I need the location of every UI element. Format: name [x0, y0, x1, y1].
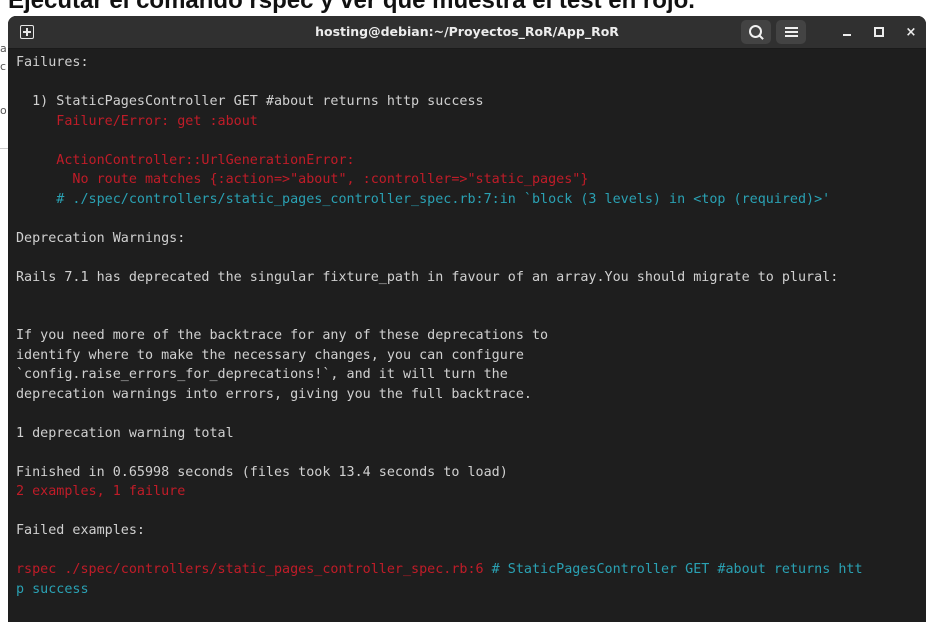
- terminal-line: # ./spec/controllers/static_pages_contro…: [16, 190, 926, 210]
- terminal-line: Rails 7.1 has deprecated the singular fi…: [16, 268, 926, 288]
- background-page-heading: Ejecutar el comando rspec y ver que mues…: [8, 0, 695, 14]
- terminal-text-segment: `config.raise_errors_for_deprecations!`,…: [16, 367, 508, 382]
- terminal-text-segment: If you need more of the backtrace for an…: [16, 328, 549, 343]
- terminal-text-segment: 1) StaticPagesController GET #about retu…: [16, 94, 484, 109]
- background-fragment: c: [0, 60, 7, 73]
- terminal-line: 2 examples, 1 failure: [16, 482, 926, 502]
- terminal-text-segment: 2 examples, 1 failure: [16, 484, 186, 499]
- terminal-titlebar[interactable]: hosting@debian:~/Proyectos_RoR/App_RoR ×: [8, 16, 926, 49]
- terminal-text-segment: # StaticPagesController GET #about retur…: [483, 562, 863, 577]
- terminal-text-segment: deprecation warnings into errors, giving…: [16, 386, 532, 402]
- new-tab-button[interactable]: [12, 19, 42, 45]
- background-fragment: o: [0, 104, 7, 117]
- terminal-line: Failure/Error: get :about: [16, 112, 926, 132]
- terminal-text-segment: # ./spec/controllers/static_pages_contro…: [16, 191, 831, 207]
- terminal-text-segment: Failures:: [16, 55, 89, 70]
- background-divider: [0, 148, 8, 149]
- terminal-text-segment: p success: [16, 581, 89, 597]
- terminal-line: Failures:: [16, 53, 926, 73]
- terminal-text-segment: identify where to make the necessary cha…: [16, 347, 524, 363]
- minimize-icon: [843, 34, 851, 36]
- terminal-line: Failed examples:: [16, 521, 926, 541]
- terminal-line: rspec ./spec/controllers/static_pages_co…: [16, 560, 926, 580]
- terminal-line: Finished in 0.65998 seconds (files took …: [16, 463, 926, 483]
- terminal-line: p success: [16, 580, 926, 600]
- terminal-line: No route matches {:action=>"about", :con…: [16, 170, 926, 190]
- terminal-line: If you need more of the backtrace for an…: [16, 326, 926, 346]
- terminal-text-segment: Failed examples:: [16, 523, 145, 538]
- terminal-line: Deprecation Warnings:: [16, 229, 926, 249]
- terminal-text-segment: Deprecation Warnings:: [16, 230, 186, 246]
- search-button[interactable]: [741, 20, 771, 44]
- terminal-line: identify where to make the necessary cha…: [16, 346, 926, 366]
- terminal-text-segment: 1 deprecation warning total: [16, 425, 234, 441]
- close-icon: ×: [905, 24, 917, 40]
- terminal-line: `config.raise_errors_for_deprecations!`,…: [16, 365, 926, 385]
- menu-button[interactable]: [776, 20, 806, 44]
- terminal-window[interactable]: hosting@debian:~/Proyectos_RoR/App_RoR ×…: [8, 16, 926, 622]
- minimize-button[interactable]: [837, 22, 857, 42]
- hamburger-menu-icon: [784, 27, 798, 37]
- terminal-text-segment: Finished in 0.65998 seconds (files took …: [16, 464, 508, 480]
- terminal-line: 1) StaticPagesController GET #about retu…: [16, 92, 926, 112]
- new-tab-icon: [20, 25, 34, 39]
- maximize-button[interactable]: [869, 22, 889, 42]
- close-button[interactable]: ×: [901, 22, 921, 42]
- background-fragment: a: [0, 42, 7, 55]
- terminal-line: ActionController::UrlGenerationError:: [16, 151, 926, 171]
- terminal-text-segment: ActionController::UrlGenerationError:: [16, 152, 355, 168]
- maximize-icon: [874, 27, 884, 37]
- terminal-text-segment: rspec ./spec/controllers/static_pages_co…: [16, 562, 484, 577]
- terminal-line: 1 deprecation warning total: [16, 424, 926, 444]
- terminal-output[interactable]: Failures: 1) StaticPagesController GET #…: [8, 49, 926, 599]
- terminal-text-segment: No route matches {:action=>"about", :con…: [16, 172, 589, 187]
- terminal-text-segment: Rails 7.1 has deprecated the singular fi…: [16, 269, 839, 285]
- search-icon: [748, 24, 762, 38]
- terminal-line: deprecation warnings into errors, giving…: [16, 385, 926, 405]
- terminal-text-segment: Failure/Error: get :about: [16, 113, 258, 129]
